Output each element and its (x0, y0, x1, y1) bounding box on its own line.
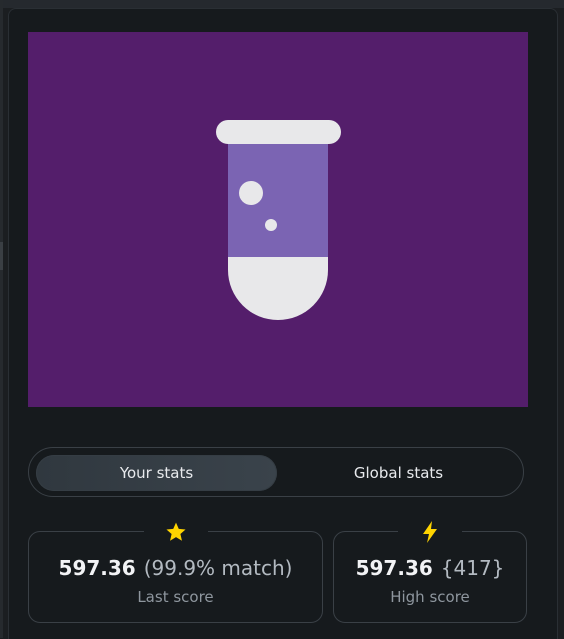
global-stats-tab[interactable]: Global stats (278, 455, 519, 491)
test-tube-icon (216, 120, 341, 320)
preview-image (28, 32, 528, 407)
window-top-strip (0, 0, 564, 8)
last-score-match: (99.9% match) (143, 556, 293, 580)
last-score-value: 597.36 (58, 556, 136, 580)
global-stats-label: Global stats (353, 464, 444, 482)
your-stats-label: Your stats (119, 464, 194, 482)
high-score-value: 597.36 (355, 556, 433, 580)
high-score-rank: {417} (440, 556, 505, 580)
high-score-value-row: 597.36 {417} (334, 556, 526, 580)
high-score-card: 597.36 {417} High score (333, 518, 527, 623)
high-score-label: High score (390, 588, 470, 606)
your-stats-tab[interactable]: Your stats (36, 455, 277, 491)
lightning-icon (398, 518, 462, 546)
left-edge-bar (0, 0, 3, 638)
last-score-value-row: 597.36 (99.9% match) (29, 556, 322, 580)
last-score-label: Last score (137, 588, 214, 606)
left-edge-handle (0, 242, 3, 270)
stats-toggle: Your stats Global stats (28, 447, 524, 497)
last-score-card: 597.36 (99.9% match) Last score (28, 518, 323, 623)
star-icon (143, 518, 208, 546)
